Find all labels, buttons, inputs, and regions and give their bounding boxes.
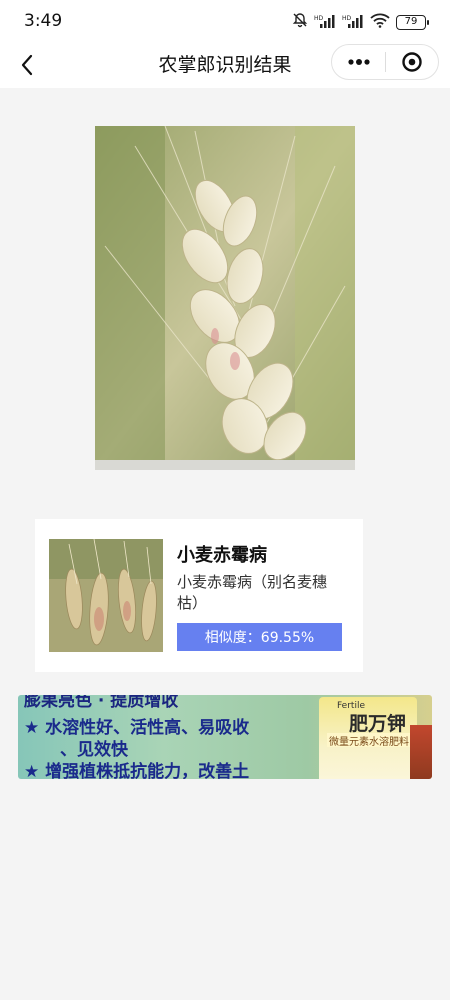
target-close-icon: [402, 52, 422, 72]
ad-fruit-image: [410, 725, 432, 779]
close-miniprogram-button[interactable]: [386, 45, 438, 79]
more-dots-icon: [347, 59, 370, 65]
disease-thumbnail: [49, 539, 163, 652]
more-button[interactable]: [332, 45, 385, 79]
uploaded-crop-photo: [95, 126, 355, 470]
status-bar: 3:49 HD HD 79: [0, 0, 450, 42]
wifi-icon: [370, 13, 390, 32]
signal-hd-icon: HD: [314, 13, 336, 32]
ad-product-desc: 微量元素水溶肥料: [327, 733, 411, 748]
svg-text:HD: HD: [314, 15, 324, 22]
svg-text:HD: HD: [342, 15, 352, 22]
similarity-badge: 相似度：69.55%: [177, 623, 342, 651]
battery-icon: 79: [396, 14, 429, 30]
chevron-left-icon: [21, 54, 33, 76]
status-icons: HD HD 79: [292, 12, 429, 32]
mini-program-capsule: [331, 44, 439, 80]
page-title: 农掌郎识别结果: [158, 54, 292, 76]
ad-product-brand: 肥万钾: [349, 713, 407, 735]
nav-bar: 农掌郎识别结果: [0, 42, 450, 88]
back-button[interactable]: [12, 48, 42, 82]
disease-name: 小麦赤霉病: [177, 545, 267, 566]
disease-description: 小麦赤霉病（别名麦穗枯）: [177, 573, 328, 612]
ad-banner[interactable]: 膨果亮色 · 提质增收 ★ 水溶性好、活性高、易吸收 、见效快 ★ 增强植株抵抗…: [18, 695, 432, 779]
bell-muted-icon: [292, 12, 308, 32]
result-card[interactable]: 小麦赤霉病 小麦赤霉病（别名麦穗枯） 相似度：69.55%: [35, 519, 363, 672]
signal-hd-icon: HD: [342, 13, 364, 32]
ad-product-image: Fertile 肥万钾 微量元素水溶肥料: [319, 697, 417, 779]
status-time: 3:49: [24, 11, 63, 31]
ad-text-line: 膨果亮色 · 提质增收: [24, 695, 179, 711]
ad-text-line: ★ 水溶性好、活性高、易吸收: [24, 718, 250, 738]
ad-text-line: ★ 增强植株抵抗能力，改善土: [24, 762, 250, 779]
